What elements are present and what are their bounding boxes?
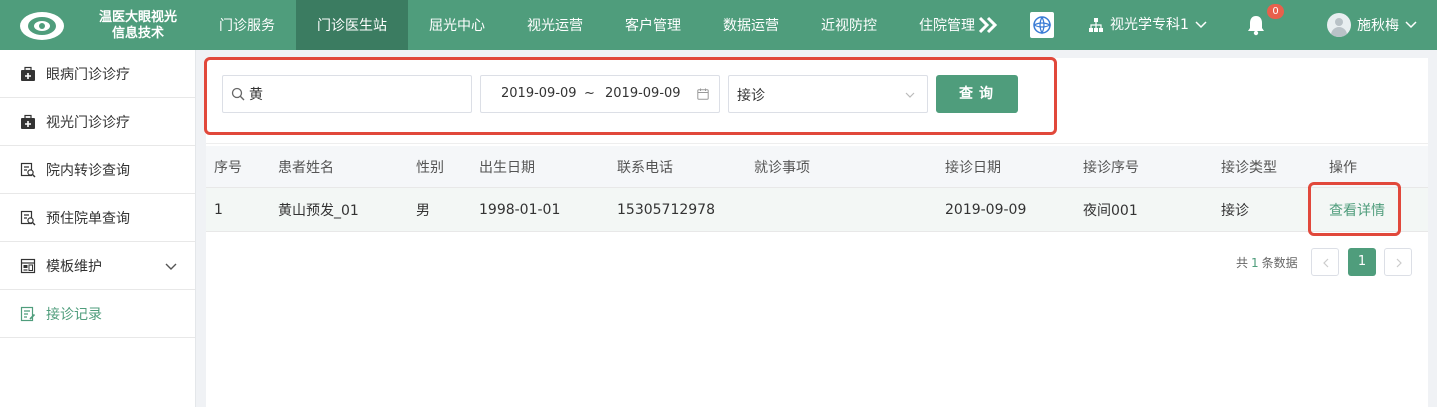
nav-item-outpatient-doctor-station[interactable]: 门诊医生站 <box>296 0 408 50</box>
cell-patient-name: 黄山预发_01 <box>278 202 359 219</box>
column-header: 联系电话 <box>617 159 673 176</box>
template-icon <box>20 258 36 273</box>
column-header: 序号 <box>214 159 242 176</box>
chevron-down-icon <box>165 263 177 270</box>
avatar <box>1327 13 1351 37</box>
column-header: 操作 <box>1329 159 1357 176</box>
department-name: 视光学专科1 <box>1110 17 1189 33</box>
nav-item-data-operations[interactable]: 数据运营 <box>702 0 800 50</box>
details-link-highlight <box>1308 182 1401 236</box>
medical-kit-icon <box>21 66 35 81</box>
page-number-current[interactable]: 1 <box>1348 248 1376 276</box>
double-chevron-right-icon[interactable] <box>977 14 999 36</box>
org-tree-icon <box>1089 18 1103 32</box>
column-header: 性别 <box>416 159 444 176</box>
chevron-right-icon <box>1396 258 1402 268</box>
logo: 温医大眼视光 信息技术 <box>18 6 188 46</box>
sidebar-item-optometry-outpatient[interactable]: 视光门诊诊疗 <box>0 98 195 146</box>
cell-gender: 男 <box>416 202 430 219</box>
sidebar-item-visit-records[interactable]: 接诊记录 <box>0 290 195 338</box>
chevron-down-icon <box>1195 21 1207 29</box>
nav-item-myopia-prevention[interactable]: 近视防控 <box>800 0 898 50</box>
eye-logo-icon <box>20 12 64 40</box>
column-header: 就诊事项 <box>754 159 810 176</box>
sidebar-item-referral-query[interactable]: 院内转诊查询 <box>0 146 195 194</box>
column-header: 接诊类型 <box>1221 159 1277 176</box>
top-navigation-bar: 温医大眼视光 信息技术 门诊服务 门诊医生站 屈光中心 视光运营 客户管理 数据… <box>0 0 1437 50</box>
sidebar-item-label: 院内转诊查询 <box>46 162 130 179</box>
sidebar-item-label: 视光门诊诊疗 <box>46 114 130 131</box>
cell-index: 1 <box>214 201 223 218</box>
bell-icon[interactable] <box>1246 14 1266 36</box>
total-prefix: 共 <box>1236 256 1249 270</box>
logo-line-1: 温医大眼视光 <box>98 10 177 25</box>
prev-page-button[interactable] <box>1311 248 1339 276</box>
document-search-icon <box>20 210 36 225</box>
nav-item-optometry-operations[interactable]: 视光运营 <box>506 0 604 50</box>
next-page-button[interactable] <box>1384 248 1412 276</box>
logo-line-2: 信息技术 <box>111 26 164 41</box>
table-row[interactable]: 1 黄山预发_01 男 1998-01-01 15305712978 2019-… <box>206 188 1428 232</box>
column-header: 患者姓名 <box>278 159 334 176</box>
nav-item-outpatient-service[interactable]: 门诊服务 <box>198 0 296 50</box>
app-switcher-icon[interactable] <box>1030 12 1054 38</box>
sidebar-item-label: 模板维护 <box>46 258 102 275</box>
cell-visit-date: 2019-09-09 <box>945 201 1027 218</box>
notification-badge: 0 <box>1267 4 1284 19</box>
column-header: 接诊日期 <box>945 159 1001 176</box>
document-search-icon <box>20 162 36 177</box>
pagination: 共 1 条数据 1 <box>206 248 1428 276</box>
medical-kit-icon <box>21 114 35 129</box>
logo-text: 温医大眼视光 信息技术 <box>78 10 198 42</box>
search-area-highlight <box>204 57 1057 135</box>
total-count: 共 1 条数据 <box>1236 254 1298 271</box>
sidebar-item-template-maintenance[interactable]: 模板维护 <box>0 242 195 290</box>
sidebar-item-label: 接诊记录 <box>46 306 102 323</box>
chevron-down-icon <box>1405 21 1417 29</box>
nav-item-customer-management[interactable]: 客户管理 <box>604 0 702 50</box>
user-menu[interactable]: 施秋梅 <box>1327 0 1417 50</box>
edit-note-icon <box>20 306 36 321</box>
total-suffix: 条数据 <box>1261 256 1298 270</box>
total-number: 1 <box>1251 256 1259 270</box>
sidebar-item-pre-admission-query[interactable]: 预住院单查询 <box>0 194 195 242</box>
chevron-left-icon <box>1323 258 1329 268</box>
cell-visit-type: 接诊 <box>1221 202 1249 219</box>
sidebar-item-label: 眼病门诊诊疗 <box>46 66 130 83</box>
column-header: 接诊序号 <box>1083 159 1139 176</box>
cell-phone: 15305712978 <box>617 201 715 218</box>
visit-records-table: 序号 患者姓名 性别 出生日期 联系电话 就诊事项 接诊日期 接诊序号 接诊类型… <box>206 146 1428 232</box>
table-header: 序号 患者姓名 性别 出生日期 联系电话 就诊事项 接诊日期 接诊序号 接诊类型… <box>206 146 1428 188</box>
main-nav: 门诊服务 门诊医生站 屈光中心 视光运营 客户管理 数据运营 近视防控 住院管理 <box>198 0 996 50</box>
column-header: 出生日期 <box>479 159 535 176</box>
user-name: 施秋梅 <box>1357 18 1399 34</box>
sidebar: 眼病门诊诊疗 视光门诊诊疗 院内转诊查询 预住院单查询 模板维护 接诊记录 <box>0 50 196 407</box>
sidebar-item-eye-disease-outpatient[interactable]: 眼病门诊诊疗 <box>0 50 195 98</box>
cell-birth-date: 1998-01-01 <box>479 201 561 218</box>
sidebar-item-label: 预住院单查询 <box>46 210 130 227</box>
department-selector[interactable]: 视光学专科1 <box>1088 0 1207 50</box>
nav-item-refraction-center[interactable]: 屈光中心 <box>408 0 506 50</box>
cell-visit-number: 夜间001 <box>1083 202 1138 219</box>
